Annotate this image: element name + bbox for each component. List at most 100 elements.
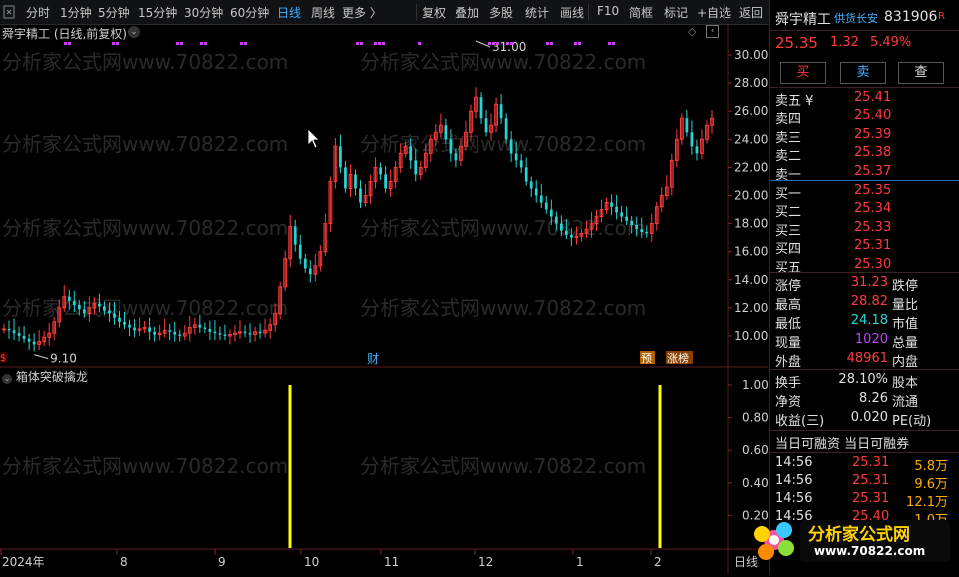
x-tick-label: 11 xyxy=(384,555,399,569)
candle-body-down xyxy=(630,220,634,225)
orderbook-divider xyxy=(770,180,959,181)
forecast-marker: 预 xyxy=(641,352,652,365)
candle-body-down xyxy=(570,234,573,238)
rank-marker: 涨榜 xyxy=(667,351,689,365)
signal-dot xyxy=(506,42,509,45)
stat-label-right: 跌停 xyxy=(892,279,919,294)
signal-dot xyxy=(374,42,377,45)
candle-body-down xyxy=(22,335,26,339)
candle-body-down xyxy=(690,132,694,147)
stat-row: 最低 24.18 市值 xyxy=(770,312,959,332)
watermark-text: 分析家公式网www.70822.com xyxy=(360,132,646,156)
buy-level-price: 25.35 xyxy=(854,183,892,198)
candle-body-down xyxy=(610,202,613,207)
toolbar-item-2[interactable]: 5分钟 xyxy=(98,4,130,21)
stat-label-right: 内盘 xyxy=(892,355,919,370)
watermark-text: 分析家公式网www.70822.com xyxy=(2,296,288,320)
stat-label: 换手 xyxy=(775,376,802,391)
kline-chart-area[interactable]: 分析家公式网www.70822.com 分析家公式网www.70822.com 分析… xyxy=(0,25,769,574)
y-tick-label: 12.00 xyxy=(734,301,768,315)
candle-body-down xyxy=(499,104,503,119)
toolbar-item-1[interactable]: 1分钟 xyxy=(60,4,92,21)
tick-price: 25.31 xyxy=(852,455,890,470)
candle-body-down xyxy=(243,331,247,334)
toolbar-item-12[interactable]: 统计 xyxy=(525,4,549,21)
sell-button[interactable]: 卖 xyxy=(840,62,886,84)
candle-body-down xyxy=(514,153,518,161)
toolbar-item-18[interactable]: 返回 xyxy=(739,4,763,21)
diamond-icon[interactable]: ◇ xyxy=(688,25,696,38)
candle-body-down xyxy=(98,303,101,307)
toolbar-item-0[interactable]: 分时 xyxy=(26,4,50,21)
candle-body-down xyxy=(293,226,297,245)
chart-title: 舜宇精工 (日线,前复权) xyxy=(2,27,127,41)
signal-dot xyxy=(496,42,499,45)
candle-body-down xyxy=(524,167,528,182)
buy-level-label: 买二 xyxy=(775,205,802,221)
candle-body-down xyxy=(354,174,357,189)
panel-divider xyxy=(770,369,959,370)
toolbar-item-7[interactable]: 周线 xyxy=(311,4,335,21)
watermark-text: 分析家公式网www.70822.com xyxy=(2,216,288,240)
toolbar-item-16[interactable]: 标记 xyxy=(664,4,688,21)
y-tick-label: 24.00 xyxy=(734,132,768,146)
toolbar-menu-icon[interactable] xyxy=(0,2,18,22)
sell-level-row: 卖五 ¥ 25.41 xyxy=(770,89,959,109)
candle-body-down xyxy=(519,160,523,168)
indicator-title: ⌄ 箱体突破擒龙 xyxy=(2,368,88,385)
indicator-tick-label: 0.80 xyxy=(742,411,768,425)
stat-value: 0.020 xyxy=(850,410,888,425)
toolbar-item-14[interactable]: F10 xyxy=(597,4,619,18)
y-tick-label: 14.00 xyxy=(734,273,768,287)
toolbar-item-9[interactable]: 复权 xyxy=(422,4,446,21)
buy-level-row: 买四 25.31 xyxy=(770,237,959,257)
indicator-chevron-icon[interactable]: ⌄ xyxy=(2,374,12,384)
buy-level-price: 25.33 xyxy=(854,219,892,235)
toolbar-item-8[interactable]: 更多 〉 xyxy=(342,4,382,21)
y-tick-label: 16.00 xyxy=(734,245,768,259)
toolbar-item-5[interactable]: 60分钟 xyxy=(230,4,269,21)
toolbar-item-10[interactable]: 叠加 xyxy=(455,4,479,21)
stat-label-right: 市值 xyxy=(892,317,919,332)
stock-tag[interactable]: 供货长安 xyxy=(834,10,878,26)
candle-body-down xyxy=(685,118,689,133)
toolbar-item-11[interactable]: 多股 xyxy=(489,4,513,21)
candle-body-down xyxy=(554,216,558,224)
stat-row: 最高 28.82 量比 xyxy=(770,293,959,313)
y-tick-label: 30.00 xyxy=(734,48,768,62)
candle-body-down xyxy=(82,309,86,314)
signal-bar xyxy=(288,385,292,548)
expand-icon[interactable]: ‹ xyxy=(706,25,719,38)
y-tick-label: 26.00 xyxy=(734,104,768,118)
candle-body-down xyxy=(454,153,458,161)
candle-body-down xyxy=(27,338,31,342)
tick-row: 14:56 25.31 5.8万 xyxy=(770,454,959,474)
toolbar-item-3[interactable]: 15分钟 xyxy=(138,4,177,21)
candle-body-down xyxy=(12,330,16,334)
watermark-text: 分析家公式网www.70822.com xyxy=(360,296,646,320)
toolbar-item-6[interactable]: 日线 xyxy=(277,4,301,21)
price-change: 1.32 xyxy=(830,35,859,50)
candle-body-down xyxy=(198,324,202,328)
candle-body-down xyxy=(178,334,182,336)
tick-row: 14:56 25.31 12.1万 xyxy=(770,490,959,510)
toolbar-item-15[interactable]: 简框 xyxy=(629,4,653,21)
signal-dot xyxy=(574,42,577,45)
candle-body-down xyxy=(640,229,644,233)
stat-label-right: 股本 xyxy=(892,376,919,391)
buy-level-price: 25.31 xyxy=(854,238,892,254)
chevron-down-icon[interactable]: ⌄ xyxy=(128,26,140,38)
toolbar-item-17[interactable]: +自选 xyxy=(697,4,731,21)
toolbar-item-13[interactable]: 画线 xyxy=(560,4,584,21)
sell-level-row: 卖四 25.40 xyxy=(770,107,959,127)
candle-body-down xyxy=(695,146,699,154)
logo-text: 分析家公式网 xyxy=(808,525,910,545)
query-button[interactable]: 查 xyxy=(898,62,944,84)
buy-button[interactable]: 买 xyxy=(780,62,826,84)
stat-label: 现量 xyxy=(775,336,802,351)
signal-dot xyxy=(112,42,115,45)
candle-body-down xyxy=(133,327,136,331)
stat-row: 换手 28.10% 股本 xyxy=(770,371,959,391)
toolbar-item-4[interactable]: 30分钟 xyxy=(184,4,223,21)
candle-body-down xyxy=(645,232,649,234)
